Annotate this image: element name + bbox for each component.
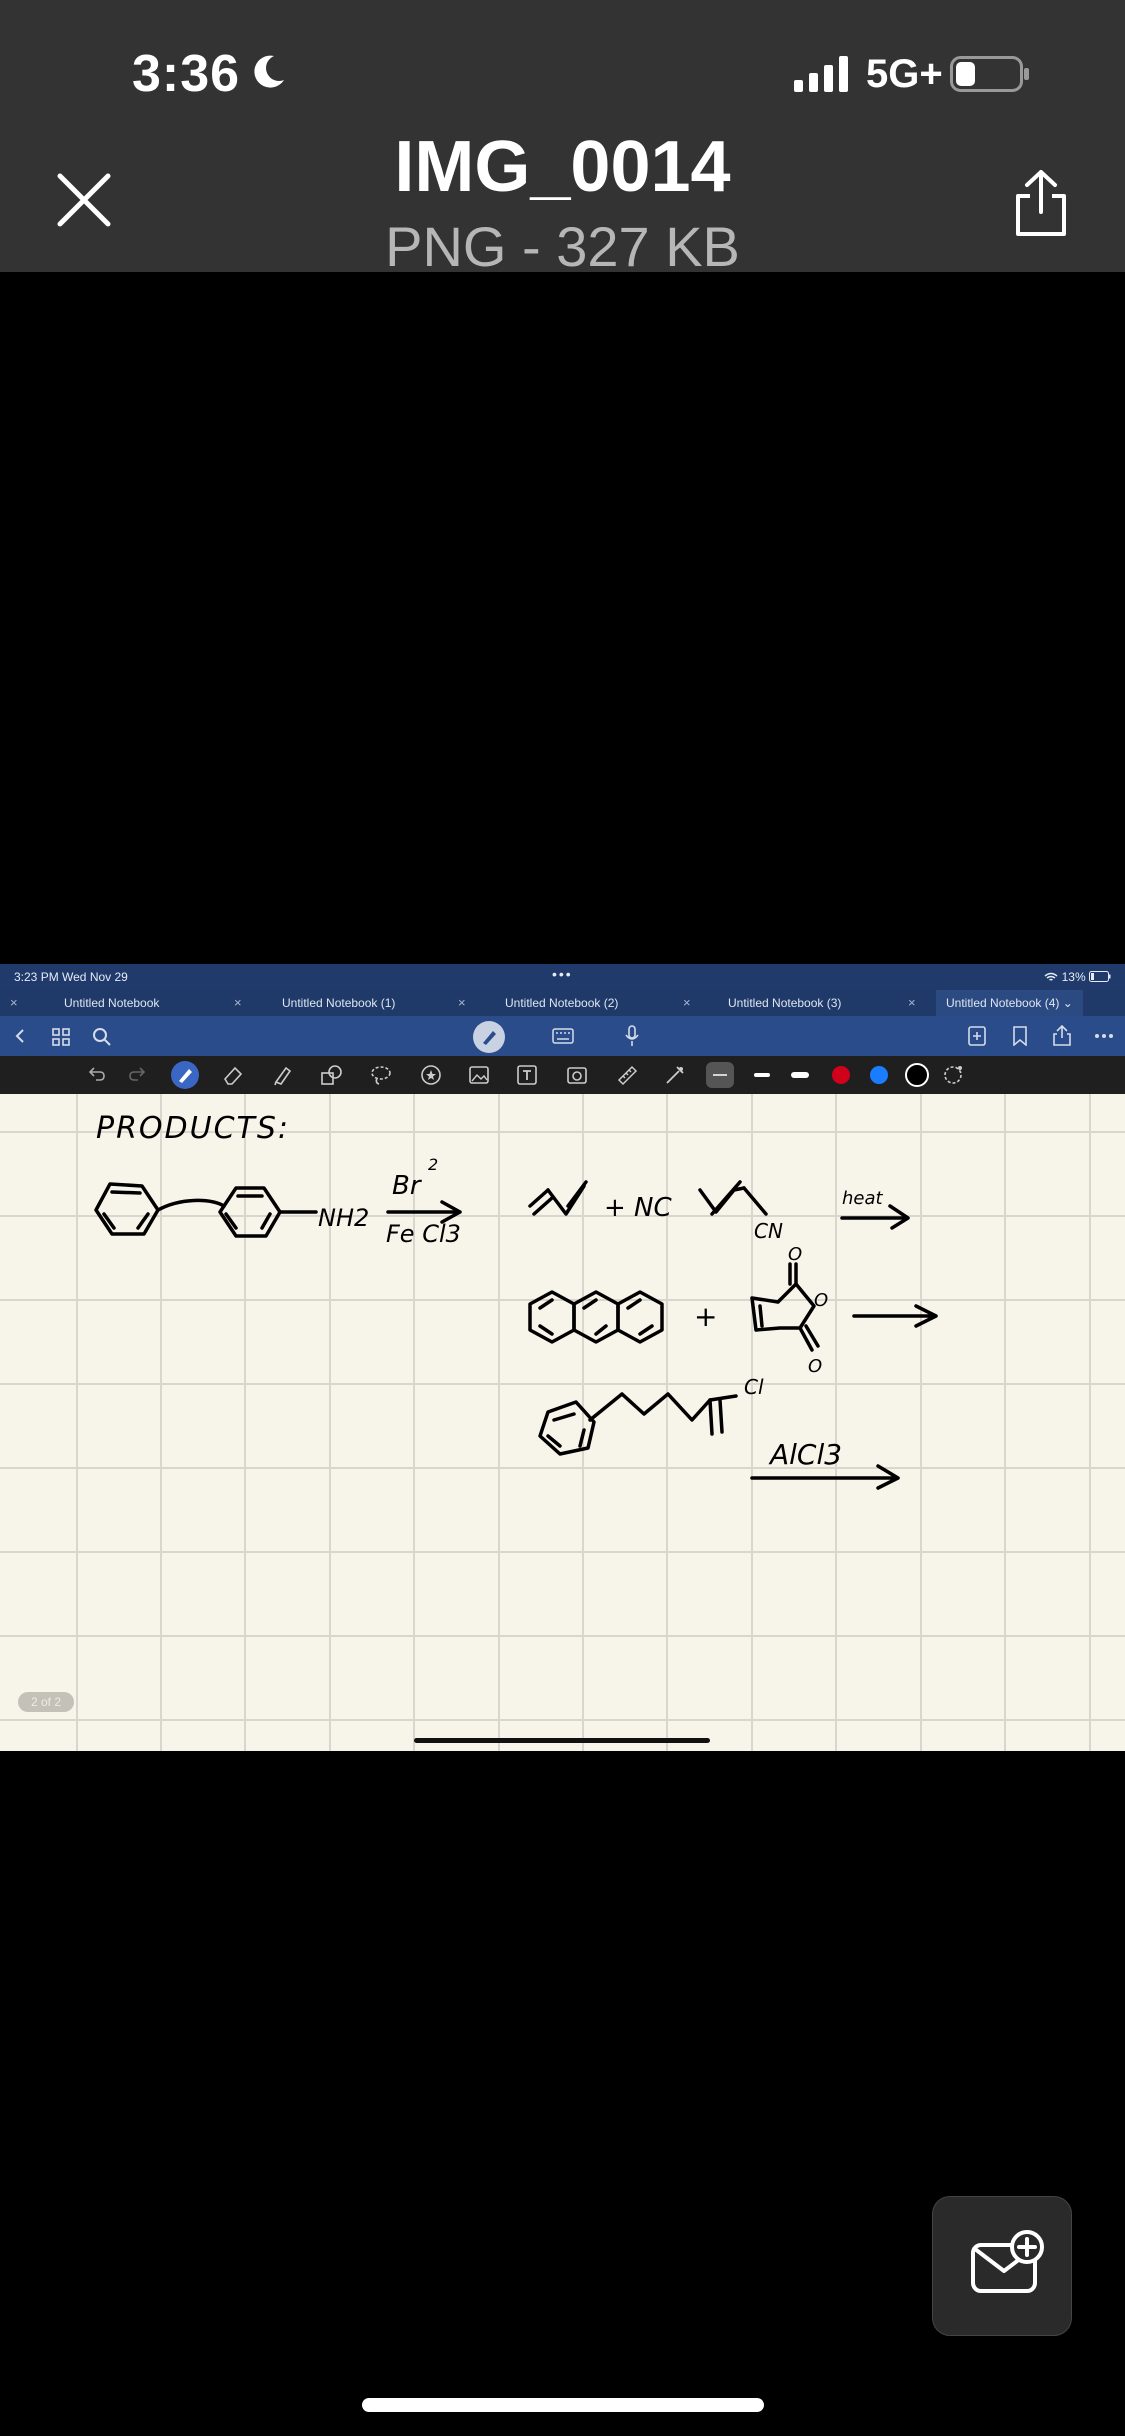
image-icon[interactable] [468, 1064, 490, 1086]
tab-close-2[interactable]: × [458, 990, 466, 1016]
handwritten-notes-canvas: PRODUCTS: NH2 Br 2 Fe Cl3 + NC CN heat +… [0, 1094, 1125, 1751]
label-o-ring: O [814, 1290, 828, 1311]
wifi-icon [1044, 972, 1058, 981]
undo-icon[interactable] [88, 1066, 106, 1082]
label-heat: heat [842, 1188, 884, 1209]
color-blue-swatch[interactable] [868, 1064, 890, 1086]
label-o-top: O [788, 1244, 802, 1265]
battery-icon [950, 56, 1029, 92]
label-br2: Br [392, 1171, 423, 1201]
notebook-page[interactable]: PRODUCTS: NH2 Br 2 Fe Cl3 + NC CN heat +… [0, 1094, 1125, 1751]
screenshot-image: 3:23 PM Wed Nov 29 ••• 13% × Untitled No… [0, 964, 1125, 1751]
drawing-toolbar [0, 1056, 1125, 1094]
heading-products: PRODUCTS: [96, 1111, 290, 1146]
shapes-icon[interactable] [320, 1064, 344, 1086]
ipad-multitask-dots: ••• [552, 966, 573, 982]
tab-close-4[interactable]: × [908, 990, 916, 1016]
pen-mode-icon[interactable] [472, 1020, 506, 1054]
eraser-icon[interactable] [222, 1064, 244, 1086]
camera-scan-icon[interactable] [566, 1064, 588, 1086]
stroke-thin-option[interactable] [706, 1062, 734, 1088]
label-cn: CN [754, 1219, 783, 1243]
more-icon[interactable] [1094, 1033, 1114, 1039]
page-indicator: 2 of 2 [18, 1692, 74, 1712]
color-red-swatch[interactable] [830, 1064, 852, 1086]
export-icon[interactable] [1052, 1024, 1072, 1046]
add-page-icon[interactable] [968, 1026, 986, 1046]
label-alcl3: AlCl3 [768, 1438, 842, 1471]
text-tool-icon[interactable] [516, 1064, 538, 1086]
stroke-thick-option[interactable] [790, 1068, 810, 1082]
viewer-header: 3:36 5G+ IMG_0014 PNG - 327 KB [0, 0, 1125, 278]
sticker-icon[interactable] [420, 1064, 442, 1086]
page-grid [0, 1094, 1125, 1751]
ipad-battery: 13% [1044, 970, 1111, 984]
ipad-status-bar: 3:23 PM Wed Nov 29 ••• 13% [0, 964, 1125, 990]
color-black-swatch[interactable] [904, 1062, 930, 1088]
home-indicator [362, 2398, 764, 2412]
redo-icon[interactable] [128, 1066, 146, 1082]
notebook-tabs: × Untitled Notebook × Untitled Notebook … [0, 990, 1125, 1016]
bookmark-icon[interactable] [1012, 1026, 1028, 1046]
grid-icon[interactable] [52, 1028, 70, 1046]
file-title: IMG_0014 [394, 127, 731, 207]
back-icon[interactable] [12, 1028, 28, 1044]
battery-icon [1089, 971, 1111, 982]
keyboard-icon[interactable] [552, 1028, 574, 1044]
label-nh2: NH2 [318, 1204, 369, 1232]
label-plus-nc: + NC [604, 1193, 672, 1223]
compose-button[interactable] [932, 2196, 1072, 2336]
ipad-home-indicator [414, 1738, 710, 1743]
ruler-icon[interactable] [616, 1064, 638, 1086]
file-subtitle: PNG - 327 KB [385, 215, 740, 278]
tab-notebook-3[interactable]: Untitled Notebook (3) [728, 990, 841, 1016]
ink-text: PRODUCTS: NH2 Br 2 Fe Cl3 + NC CN heat +… [96, 1111, 884, 1471]
label-plus: + [694, 1300, 717, 1333]
color-picker-icon[interactable] [942, 1064, 964, 1086]
tab-close-0[interactable]: × [10, 990, 18, 1016]
compose-mail-icon [971, 2230, 1044, 2293]
tab-close-1[interactable]: × [234, 990, 242, 1016]
network-label: 5G+ [866, 52, 943, 96]
status-time: 3:36 [132, 45, 241, 103]
tab-notebook-4[interactable]: Untitled Notebook (4) ⌄ [936, 990, 1083, 1016]
tab-notebook-1[interactable]: Untitled Notebook (1) [282, 990, 395, 1016]
tab-notebook-0[interactable]: Untitled Notebook [64, 990, 159, 1016]
stroke-medium-option[interactable] [752, 1068, 772, 1082]
tab-close-3[interactable]: × [683, 990, 691, 1016]
lasso-icon[interactable] [370, 1064, 392, 1086]
laser-pointer-icon[interactable] [664, 1064, 686, 1086]
label-br2-sup: 2 [428, 1155, 438, 1174]
pen-tool-icon[interactable] [170, 1060, 200, 1090]
highlighter-icon[interactable] [272, 1064, 294, 1086]
label-cl: Cl [744, 1375, 764, 1399]
search-icon[interactable] [92, 1027, 112, 1047]
label-fecl3: Fe Cl3 [386, 1220, 461, 1248]
moon-icon [254, 55, 284, 88]
notebook-navbar [0, 1016, 1125, 1056]
tab-notebook-2[interactable]: Untitled Notebook (2) [505, 990, 618, 1016]
ipad-time: 3:23 PM Wed Nov 29 [14, 970, 128, 984]
label-o-bottom: O [808, 1356, 822, 1377]
share-icon[interactable] [1010, 168, 1072, 238]
microphone-icon[interactable] [624, 1025, 640, 1047]
signal-icon [794, 56, 848, 92]
